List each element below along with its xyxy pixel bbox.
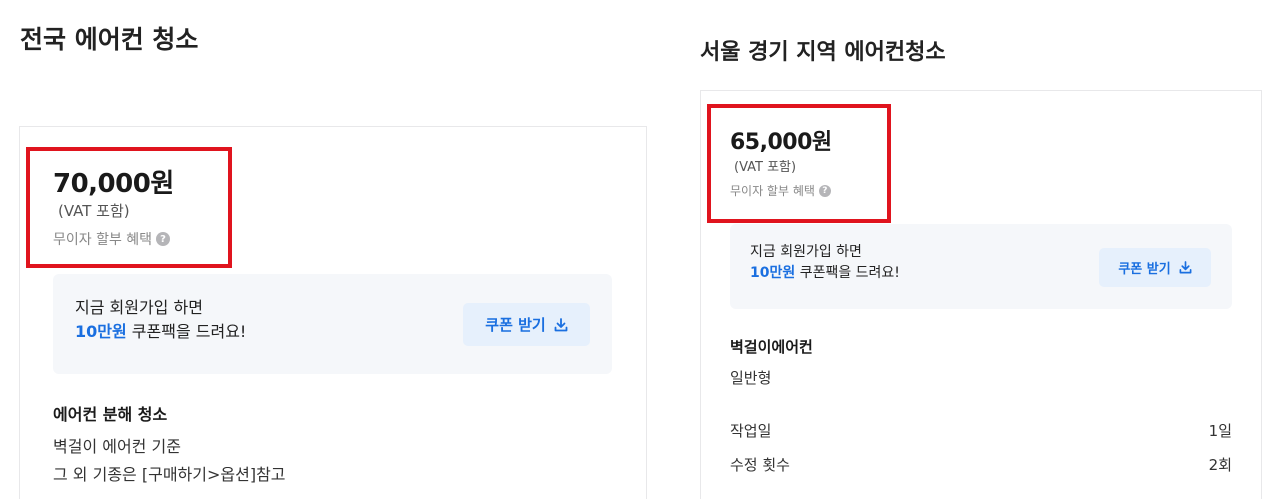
left-section-line-2: 그 외 기종은 [구매하기>옵션]참고 xyxy=(53,465,286,484)
download-icon xyxy=(1179,261,1192,274)
right-coupon-button-label: 쿠폰 받기 xyxy=(1118,262,1171,277)
left-panel-title: 전국 에어컨 청소 xyxy=(20,25,199,54)
download-icon xyxy=(554,317,568,331)
right-spec-row-revisions-label: 수정 횟수 xyxy=(730,456,790,474)
left-price-highlight-box xyxy=(26,147,232,268)
left-coupon-button[interactable]: 쿠폰 받기 xyxy=(463,303,590,346)
right-coupon-line2-rest: 쿠폰팩을 드려요! xyxy=(795,265,900,281)
left-section-line-1: 벽걸이 에어컨 기준 xyxy=(53,437,181,456)
right-price-highlight-box xyxy=(707,104,891,223)
right-coupon-line1: 지금 회원가입 하면 xyxy=(750,244,862,260)
left-coupon-amount: 10만원 xyxy=(75,322,127,341)
left-coupon-text: 지금 회원가입 하면 10만원 쿠폰팩을 드려요! xyxy=(75,296,246,344)
right-coupon-text: 지금 회원가입 하면 10만원 쿠폰팩을 드려요! xyxy=(750,242,900,284)
right-spec-row-workdays-label: 작업일 xyxy=(730,422,772,440)
right-section-title: 벽걸이에어컨 xyxy=(730,338,813,356)
left-coupon-line2: 10만원 쿠폰팩을 드려요! xyxy=(75,320,246,344)
right-spec-row-workdays-value: 1일 xyxy=(1208,422,1232,440)
right-panel-title: 서울 경기 지역 에어컨청소 xyxy=(700,40,946,65)
left-coupon-line1: 지금 회원가입 하면 xyxy=(75,298,203,317)
right-spec-row-revisions-value: 2회 xyxy=(1208,456,1232,474)
left-coupon-line2-rest: 쿠폰팩을 드려요! xyxy=(126,322,247,341)
left-coupon-button-label: 쿠폰 받기 xyxy=(485,316,546,334)
right-coupon-line2: 10만원 쿠폰팩을 드려요! xyxy=(750,263,900,284)
right-coupon-amount: 10만원 xyxy=(750,265,796,281)
right-coupon-button[interactable]: 쿠폰 받기 xyxy=(1099,248,1211,287)
left-section-title: 에어컨 분해 청소 xyxy=(53,405,168,424)
right-section-subtitle: 일반형 xyxy=(730,369,772,387)
